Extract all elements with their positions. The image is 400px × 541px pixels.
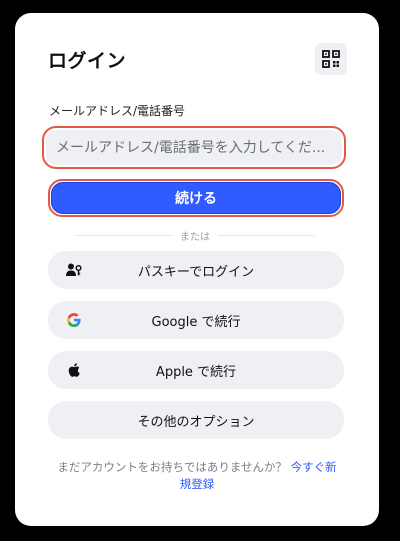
divider-text: または — [180, 231, 210, 243]
google-login-button[interactable]: Google で続行 — [48, 301, 344, 339]
qr-login-button[interactable] — [315, 43, 347, 75]
signup-prompt-text: まだアカウントをお持ちではありませんか？ — [57, 460, 287, 474]
signup-prompt: まだアカウントをお持ちではありませんか？ 今すぐ新規登録 — [55, 459, 339, 493]
or-divider: または — [75, 227, 315, 243]
passkey-login-label: パスキーでログイン — [137, 264, 255, 280]
google-login-label: Google で続行 — [151, 314, 241, 330]
page-title: ログイン — [48, 50, 127, 72]
other-options-label: その他のオプション — [137, 414, 255, 430]
passkey-icon — [66, 262, 82, 278]
apple-login-label: Apple で続行 — [155, 364, 237, 380]
login-card: ログイン メールアドレス/電話番号 続ける または — [15, 13, 379, 526]
qr-code-icon — [322, 50, 340, 68]
google-icon — [66, 312, 82, 328]
apple-login-button[interactable]: Apple で続行 — [48, 351, 344, 389]
passkey-login-button[interactable]: パスキーでログイン — [48, 251, 344, 289]
continue-button[interactable]: 続ける — [51, 182, 341, 214]
divider-line-left — [75, 234, 172, 236]
other-options-button[interactable]: その他のオプション — [48, 401, 344, 439]
email-phone-label: メールアドレス/電話番号 — [49, 104, 186, 118]
email-phone-input[interactable] — [46, 130, 342, 165]
continue-button-focus-ring: 続ける — [48, 179, 344, 217]
email-phone-field-wrapper — [42, 126, 346, 169]
apple-icon — [66, 362, 82, 378]
divider-line-right — [218, 234, 315, 236]
